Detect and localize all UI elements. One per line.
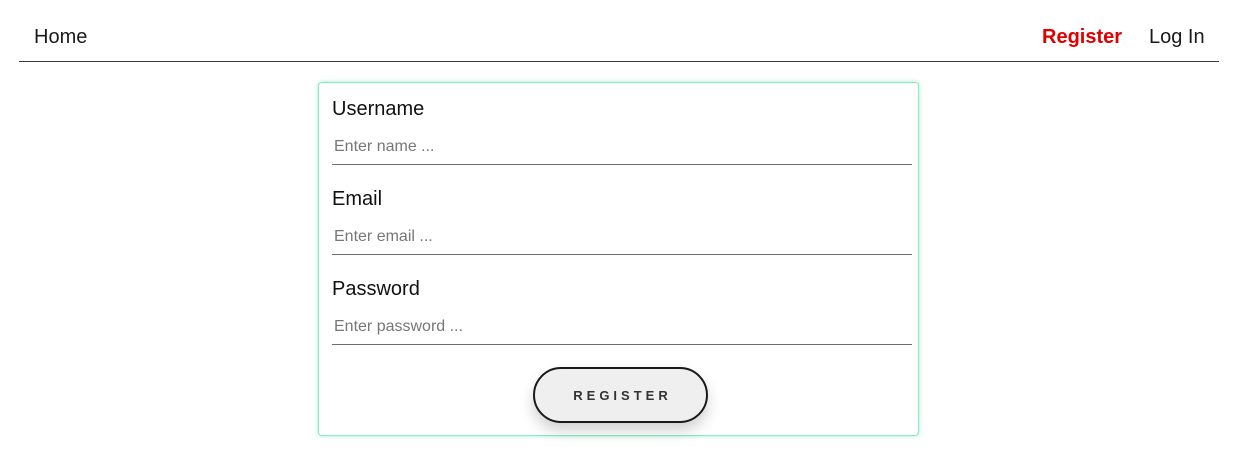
top-navbar: Home Register Log In xyxy=(19,0,1219,62)
password-input[interactable] xyxy=(332,309,912,345)
nav-home-link[interactable]: Home xyxy=(34,24,87,50)
password-label: Password xyxy=(332,278,420,300)
nav-register-link[interactable]: Register xyxy=(1042,24,1122,50)
email-label: Email xyxy=(332,188,383,210)
register-form: Username Email Password REGISTER xyxy=(318,82,919,436)
nav-login-link[interactable]: Log In xyxy=(1149,24,1205,50)
register-button[interactable]: REGISTER xyxy=(533,367,708,423)
register-page: Home Register Log In Username Email Pass… xyxy=(0,0,1241,465)
username-input[interactable] xyxy=(332,129,912,165)
username-label: Username xyxy=(332,98,425,120)
email-input[interactable] xyxy=(332,219,912,255)
